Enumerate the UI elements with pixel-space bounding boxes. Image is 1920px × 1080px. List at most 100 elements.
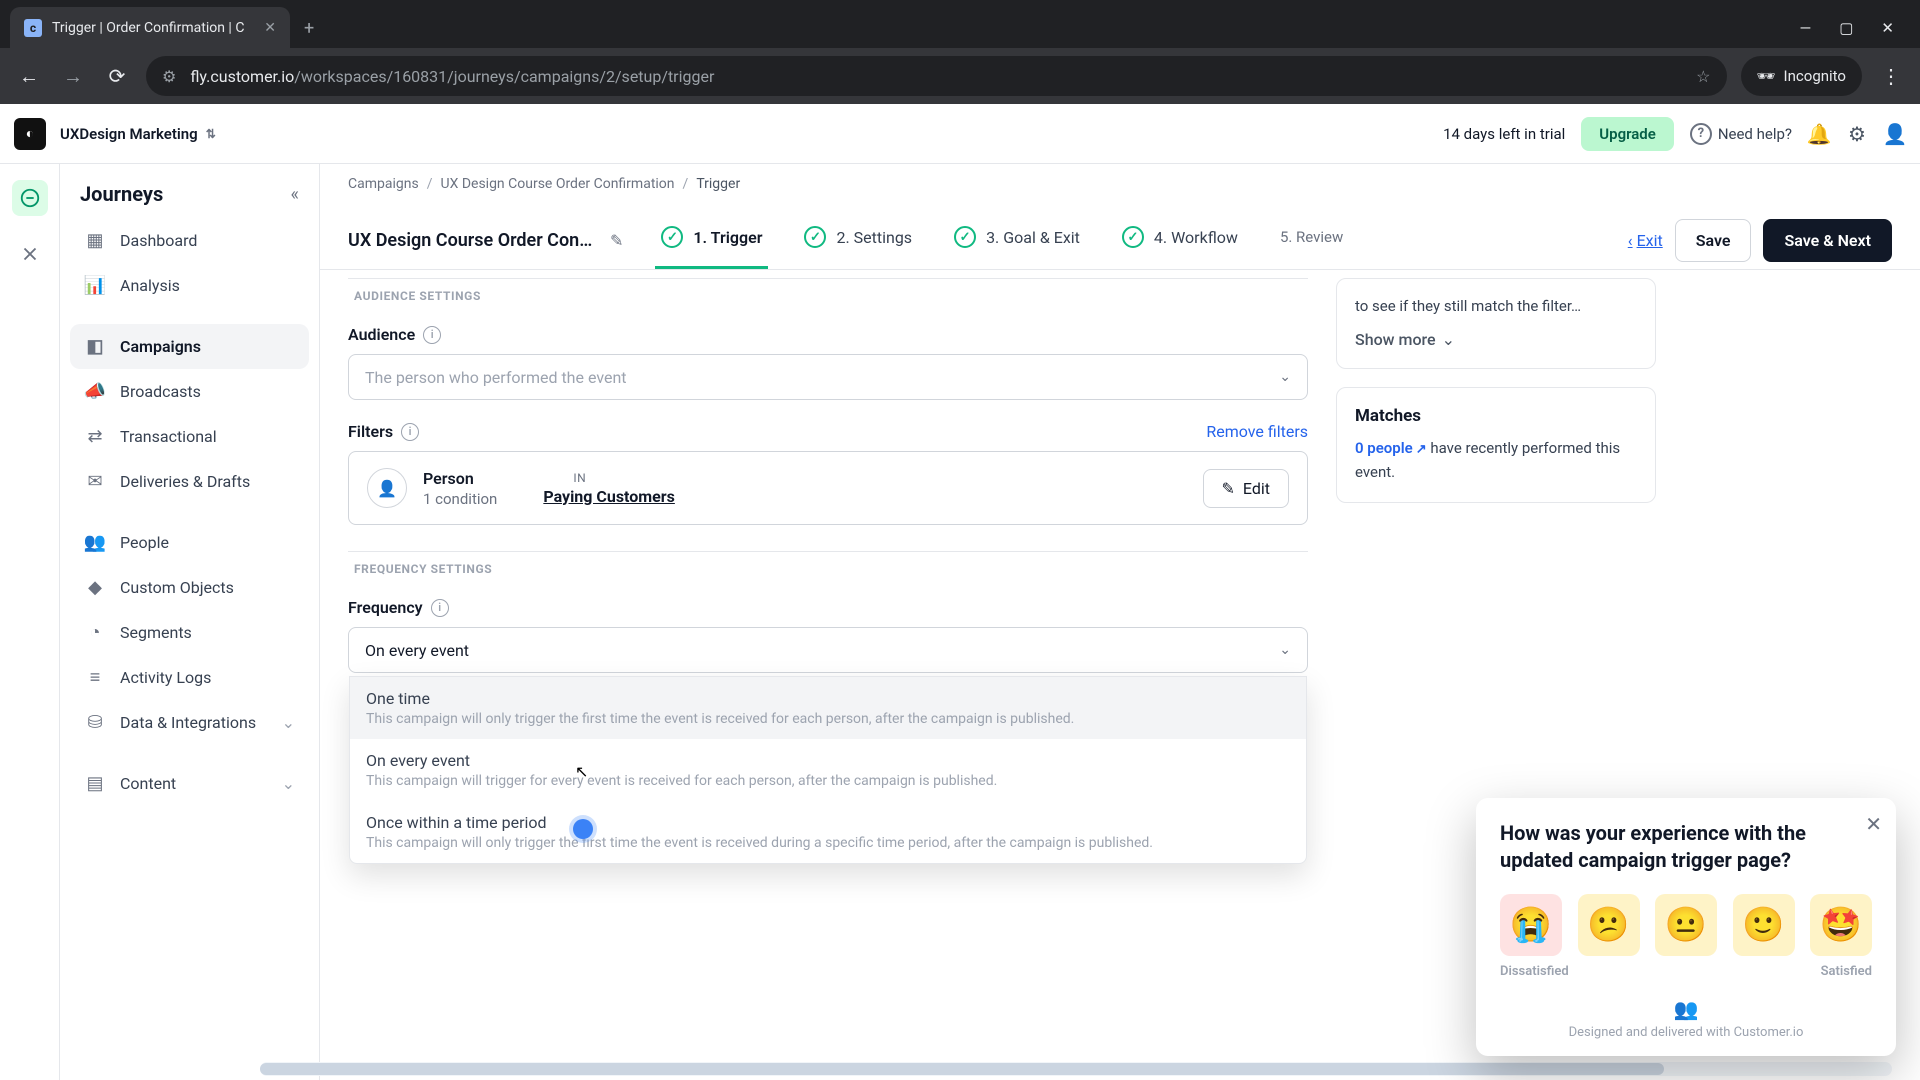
sidebar-item-transactional[interactable]: ⇄Transactional xyxy=(70,414,309,459)
app-logo[interactable]: ◐ xyxy=(14,118,46,150)
frequency-option-one-time[interactable]: One time This campaign will only trigger… xyxy=(350,677,1306,739)
check-icon: ✓ xyxy=(1122,226,1144,248)
rating-1[interactable]: 😭 xyxy=(1500,894,1562,956)
upgrade-button[interactable]: Upgrade xyxy=(1581,117,1674,151)
tab-favicon: c xyxy=(24,19,42,37)
matches-title: Matches xyxy=(1355,406,1637,426)
tab-close-icon[interactable]: ✕ xyxy=(264,20,276,36)
browser-menu-icon[interactable]: ⋮ xyxy=(1876,61,1906,91)
crumb-campaign-name[interactable]: UX Design Course Order Confirmation xyxy=(441,176,675,192)
window-minimize-icon[interactable]: — xyxy=(1800,19,1812,37)
breadcrumb: Campaigns / UX Design Course Order Confi… xyxy=(320,164,1920,204)
campaigns-icon: ◧ xyxy=(84,336,106,357)
show-more-button[interactable]: Show more ⌄ xyxy=(1355,328,1637,352)
campaign-title: UX Design Course Order Confi… xyxy=(348,230,598,251)
journeys-icon xyxy=(19,187,41,209)
new-tab-button[interactable]: + xyxy=(292,18,326,39)
rating-4[interactable]: 🙂 xyxy=(1733,894,1795,956)
forward-icon[interactable]: → xyxy=(58,61,88,91)
rail-secondary[interactable] xyxy=(12,236,48,272)
frequency-label: Frequency xyxy=(348,598,423,617)
site-settings-icon[interactable]: ⚙ xyxy=(162,67,176,86)
frequency-option-every-event[interactable]: On every event This campaign will trigge… xyxy=(350,739,1306,801)
person-icon: 👤 xyxy=(367,468,407,508)
sidebar-item-deliveries[interactable]: ✉Deliveries & Drafts xyxy=(70,459,309,504)
notifications-icon[interactable]: 🔔 xyxy=(1808,123,1830,145)
frequency-dropdown: One time This campaign will only trigger… xyxy=(349,676,1307,864)
back-icon[interactable]: ← xyxy=(14,61,44,91)
matches-count-link[interactable]: 0 people↗ xyxy=(1355,439,1427,457)
settings-icon[interactable]: ⚙ xyxy=(1846,123,1868,145)
edit-filter-button[interactable]: ✎Edit xyxy=(1203,469,1290,508)
feedback-question: How was your experience with the updated… xyxy=(1500,820,1872,874)
info-icon[interactable]: i xyxy=(401,423,419,441)
scrollbar-thumb[interactable] xyxy=(260,1063,1664,1075)
filter-title: Person xyxy=(423,469,497,488)
rating-3[interactable]: 😐 xyxy=(1655,894,1717,956)
pencil-icon: ✎ xyxy=(1222,479,1235,498)
sidebar-item-campaigns[interactable]: ◧Campaigns xyxy=(70,324,309,369)
step-workflow[interactable]: ✓4. Workflow xyxy=(1116,212,1244,269)
sidebar-item-segments[interactable]: ◔Segments xyxy=(70,610,309,655)
help-button[interactable]: ? Need help? xyxy=(1690,123,1792,145)
audience-select[interactable]: The person who performed the event ⌄ xyxy=(348,354,1308,400)
filter-in-label: IN xyxy=(573,471,675,485)
window-close-icon[interactable]: ✕ xyxy=(1881,19,1894,37)
check-icon: ✓ xyxy=(804,226,826,248)
transactional-icon: ⇄ xyxy=(84,426,106,447)
rating-5[interactable]: 🤩 xyxy=(1810,894,1872,956)
exit-link[interactable]: ‹Exit xyxy=(1628,231,1663,250)
audience-label: Audience xyxy=(348,325,415,344)
step-settings[interactable]: ✓2. Settings xyxy=(798,212,918,269)
sidebar-item-custom-objects[interactable]: ◆Custom Objects xyxy=(70,565,309,610)
sidebar-item-broadcasts[interactable]: 📣Broadcasts xyxy=(70,369,309,414)
analysis-icon: 📊 xyxy=(84,275,106,296)
chevron-down-icon: ⌄ xyxy=(282,713,295,732)
sidebar-item-content[interactable]: ▤Content⌄ xyxy=(70,761,309,806)
step-trigger[interactable]: ✓1. Trigger xyxy=(655,212,768,269)
horizontal-scrollbar[interactable] xyxy=(260,1062,1892,1076)
frequency-option-time-period[interactable]: Once within a time period This campaign … xyxy=(350,801,1306,863)
edit-name-icon[interactable]: ✎ xyxy=(610,231,623,250)
remove-filters-link[interactable]: Remove filters xyxy=(1206,422,1308,441)
matches-card: Matches 0 people↗ have recently performe… xyxy=(1336,387,1656,504)
frequency-select[interactable]: On every event ⌄ One time This campaign … xyxy=(348,627,1308,673)
workspace-switcher[interactable]: UXDesign Marketing ⇅ xyxy=(60,125,216,143)
save-next-button[interactable]: Save & Next xyxy=(1763,219,1892,262)
crumb-campaigns[interactable]: Campaigns xyxy=(348,176,419,192)
address-bar[interactable]: ⚙ fly.customer.io/workspaces/160831/jour… xyxy=(146,56,1727,96)
collapse-sidebar-icon[interactable]: « xyxy=(291,184,299,205)
sidebar-item-people[interactable]: 👥People xyxy=(70,520,309,565)
incognito-icon: 🕶 xyxy=(1757,67,1776,85)
step-goal-exit[interactable]: ✓3. Goal & Exit xyxy=(948,212,1086,269)
x-icon xyxy=(19,243,41,265)
url-host: fly.customer.io xyxy=(190,67,294,86)
bookmark-icon[interactable]: ☆ xyxy=(1696,67,1710,86)
rail-journeys[interactable] xyxy=(12,180,48,216)
crumb-trigger: Trigger xyxy=(696,176,740,192)
sidebar-item-dashboard[interactable]: ▦Dashboard xyxy=(70,218,309,263)
help-icon: ? xyxy=(1690,123,1712,145)
rating-2[interactable]: 😕 xyxy=(1578,894,1640,956)
sidebar-item-analysis[interactable]: 📊Analysis xyxy=(70,263,309,308)
account-icon[interactable]: 👤 xyxy=(1884,123,1906,145)
incognito-badge[interactable]: 🕶 Incognito xyxy=(1741,56,1863,96)
feedback-popup: ✕ How was your experience with the updat… xyxy=(1476,798,1896,1056)
close-icon[interactable]: ✕ xyxy=(1865,812,1882,836)
step-review[interactable]: 5. Review xyxy=(1274,212,1349,269)
sidebar-title: Journeys xyxy=(80,182,163,206)
browser-tab[interactable]: c Trigger | Order Confirmation | C ✕ xyxy=(10,7,290,49)
info-icon[interactable]: i xyxy=(423,326,441,344)
info-icon[interactable]: i xyxy=(431,599,449,617)
segments-icon: ◔ xyxy=(84,622,106,643)
save-button[interactable]: Save xyxy=(1675,219,1752,262)
sidebar-item-activity-logs[interactable]: ≡Activity Logs xyxy=(70,655,309,700)
rating-high-label: Satisfied xyxy=(1821,964,1872,979)
filter-segment-link[interactable]: Paying Customers xyxy=(543,487,675,506)
chevron-down-icon: ⌄ xyxy=(1442,328,1455,352)
sidebar-item-data-integrations[interactable]: ⛁Data & Integrations⌄ xyxy=(70,700,309,745)
frequency-section-label: FREQUENCY SETTINGS xyxy=(348,551,1308,586)
reload-icon[interactable]: ⟳ xyxy=(102,61,132,91)
window-maximize-icon[interactable]: ▢ xyxy=(1839,19,1853,37)
url-path: /workspaces/160831/journeys/campaigns/2/… xyxy=(294,67,714,86)
